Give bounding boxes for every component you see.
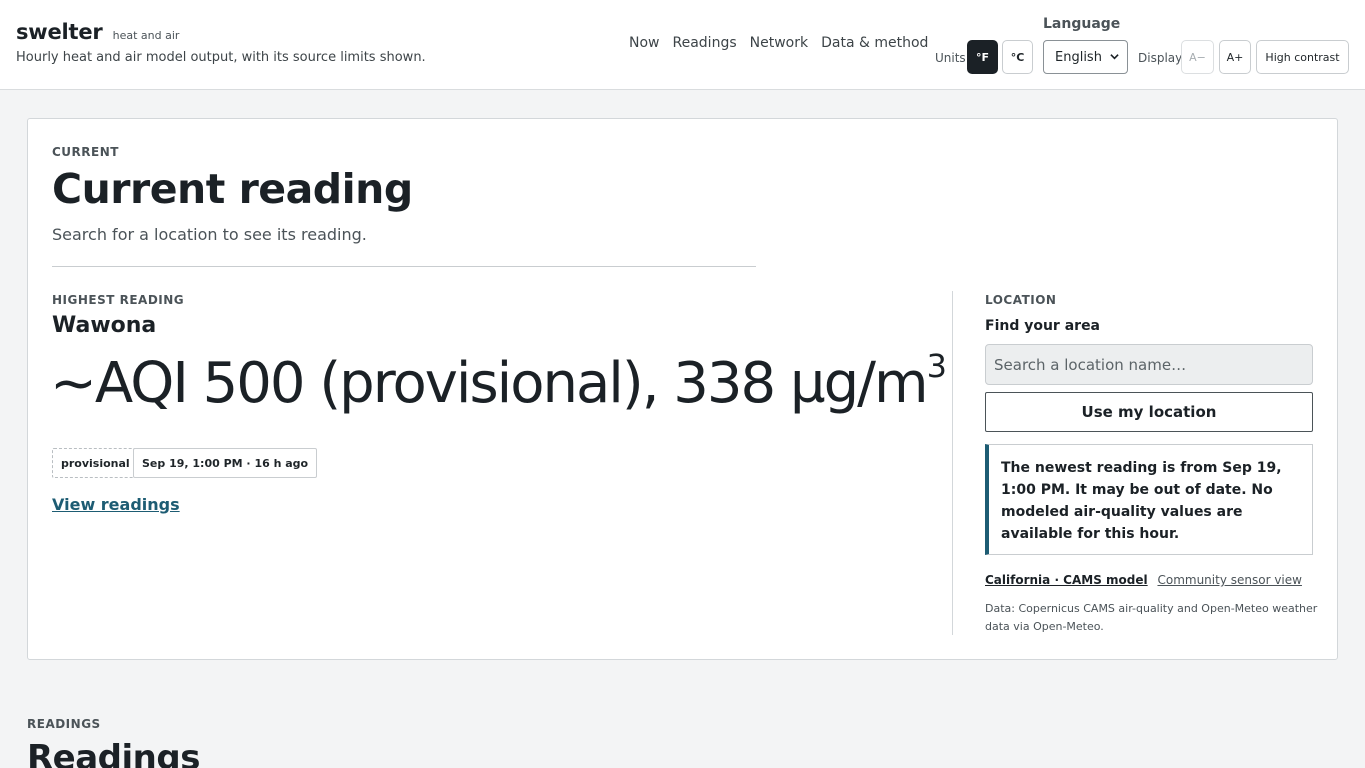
brand-name[interactable]: swelter [16, 20, 103, 44]
use-my-location-button[interactable]: Use my location [985, 392, 1313, 432]
highest-reading-value: ~AQI 500 (provisional), 338 µg/m3 [50, 347, 947, 416]
brand-tagline: heat and air [112, 29, 180, 42]
reading-value-superscript: 3 [926, 347, 947, 385]
site-header: swelter heat and air Hourly heat and air… [0, 0, 1365, 90]
high-contrast-button[interactable]: High contrast [1256, 40, 1349, 74]
view-readings-link[interactable]: View readings [52, 495, 180, 514]
display-label: Display [1138, 51, 1183, 65]
current-reading-card: CURRENT Current reading Search for a loc… [27, 118, 1338, 660]
find-area-heading: Find your area [985, 318, 1101, 334]
language-label: Language [1043, 16, 1121, 32]
brand: swelter heat and air Hourly heat and air… [16, 20, 426, 65]
increase-text-button[interactable]: A+ [1219, 40, 1251, 74]
source-links: California · CAMS model Community sensor… [985, 573, 1302, 587]
current-eyebrow: CURRENT [52, 145, 119, 159]
page-title: Current reading [52, 165, 413, 213]
nav-data-method[interactable]: Data & method [821, 35, 928, 51]
units-label: Units [935, 51, 966, 65]
highest-reading-place: Wawona [52, 313, 157, 338]
location-search-input[interactable] [985, 344, 1313, 385]
highest-reading-eyebrow: HIGHEST READING [52, 293, 185, 307]
readings-title: Readings [27, 738, 200, 768]
column-divider [952, 291, 953, 635]
main-nav: Now Readings Network Data & method [629, 35, 941, 51]
language-select[interactable]: English [1043, 40, 1128, 74]
chevron-down-icon [1110, 54, 1119, 60]
fahrenheit-button[interactable]: °F [967, 40, 998, 74]
decrease-text-button[interactable]: A− [1181, 40, 1214, 74]
language-selected: English [1055, 49, 1102, 65]
reading-value-text: ~AQI 500 (provisional), 338 µg/m [50, 351, 929, 416]
source-community-link[interactable]: Community sensor view [1157, 573, 1301, 587]
celsius-button[interactable]: °C [1002, 40, 1033, 74]
nav-readings[interactable]: Readings [673, 35, 737, 51]
timestamp-badge: Sep 19, 1:00 PM · 16 h ago [133, 448, 318, 478]
nav-now[interactable]: Now [629, 35, 660, 51]
source-cams-link[interactable]: California · CAMS model [985, 573, 1148, 587]
status-badge: provisional [52, 448, 139, 478]
data-attribution: Data: Copernicus CAMS air-quality and Op… [985, 602, 1318, 633]
site-subtitle: Hourly heat and air model output, with i… [16, 50, 426, 65]
location-eyebrow: LOCATION [985, 293, 1057, 307]
readings-eyebrow: READINGS [27, 717, 101, 731]
stale-data-notice: The newest reading is from Sep 19, 1:00 … [985, 444, 1313, 555]
current-subtitle: Search for a location to see its reading… [52, 225, 367, 244]
nav-network[interactable]: Network [750, 35, 808, 51]
divider [52, 266, 756, 267]
